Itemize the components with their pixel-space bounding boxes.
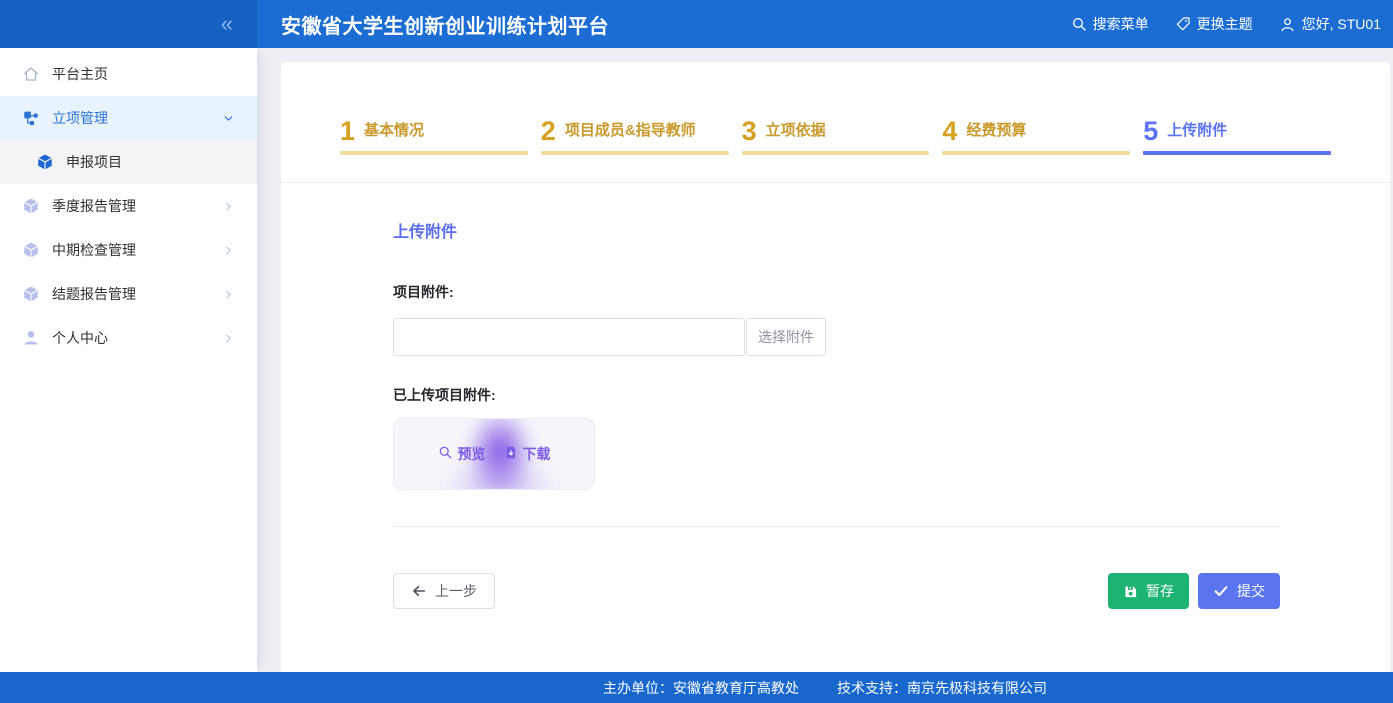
- sidebar-item-2[interactable]: 立项管理: [0, 96, 257, 140]
- chevron-right-icon: [222, 288, 235, 301]
- uploaded-attachment-label: 已上传项目附件:: [393, 385, 1280, 405]
- search-menu-button[interactable]: 搜索菜单: [1071, 14, 1149, 34]
- home-icon: [22, 65, 40, 83]
- sidebar-item-label: 申报项目: [66, 152, 235, 172]
- user-menu[interactable]: 您好, STU01: [1279, 14, 1381, 34]
- sidebar-item-label: 平台主页: [52, 64, 235, 84]
- previous-step-label: 上一步: [435, 581, 477, 601]
- step-label: 经费预算: [966, 119, 1026, 144]
- sidebar: 平台主页 立项管理 申报项目 季度报告管理 中期检查管理 结题报告管理 个人中心: [0, 48, 257, 672]
- chevron-right-icon: [222, 332, 235, 345]
- step-5[interactable]: 5 上传附件: [1143, 118, 1331, 182]
- sidebar-item-5[interactable]: 中期检查管理: [0, 228, 257, 272]
- footer-organizer: 主办单位：安徽省教育厅高教处: [603, 678, 799, 698]
- sidebar-item-1[interactable]: 平台主页: [0, 52, 257, 96]
- change-theme-button[interactable]: 更换主题: [1175, 14, 1253, 34]
- search-icon: [1071, 16, 1087, 32]
- chevron-down-icon: [222, 112, 235, 125]
- preview-link[interactable]: 预览: [438, 444, 486, 464]
- attachment-field-label: 项目附件:: [393, 282, 1280, 302]
- sidebar-item-6[interactable]: 结题报告管理: [0, 272, 257, 316]
- step-label: 基本情况: [364, 119, 424, 144]
- cube-icon: [22, 285, 40, 303]
- choose-attachment-button[interactable]: 选择附件: [746, 318, 826, 356]
- magnifier-icon: [438, 445, 453, 463]
- change-theme-label: 更换主题: [1197, 14, 1253, 34]
- sitemap-icon: [22, 109, 40, 127]
- footer: 主办单位：安徽省教育厅高教处 技术支持：南京先极科技有限公司: [0, 672, 1393, 703]
- submit-group: 暂存 提交: [1108, 573, 1280, 609]
- attachment-upload-row: 选择附件: [393, 318, 1280, 356]
- sidebar-item-label: 季度报告管理: [52, 196, 222, 216]
- sidebar-item-4[interactable]: 季度报告管理: [0, 184, 257, 228]
- sidebar-header: «: [0, 0, 257, 48]
- download-file-icon: [504, 445, 518, 463]
- sidebar-item-label: 个人中心: [52, 328, 222, 348]
- header-actions: 搜索菜单 更换主题 您好, STU01: [1071, 14, 1381, 34]
- top-header: « 安徽省大学生创新创业训练计划平台 搜索菜单 更换主题: [0, 0, 1393, 48]
- user-greeting: 您好, STU01: [1302, 14, 1381, 34]
- step-nav: 1 基本情况 2 项目成员&指导教师 3 立项依据 4 经费预算 5 上传附件: [281, 62, 1390, 183]
- submit-button[interactable]: 提交: [1198, 573, 1280, 609]
- chevron-right-icon: [222, 200, 235, 213]
- user-icon: [1279, 16, 1296, 33]
- download-label: 下载: [523, 444, 551, 464]
- action-button-row: 上一步 暂存 提交: [393, 573, 1280, 609]
- arrow-left-icon: [411, 583, 427, 599]
- sidebar-item-label: 结题报告管理: [52, 284, 222, 304]
- step-1[interactable]: 1 基本情况: [340, 118, 528, 182]
- step-number: 2: [541, 118, 556, 144]
- cube-blue-icon: [36, 153, 54, 171]
- step-number: 4: [942, 118, 957, 144]
- submit-label: 提交: [1237, 581, 1265, 601]
- cube-icon: [22, 197, 40, 215]
- step-underline: [1143, 151, 1331, 155]
- download-link[interactable]: 下载: [504, 444, 551, 464]
- sidebar-item-label: 立项管理: [52, 108, 222, 128]
- step-label: 上传附件: [1167, 119, 1227, 144]
- step-3[interactable]: 3 立项依据: [742, 118, 930, 182]
- previous-step-button[interactable]: 上一步: [393, 573, 495, 609]
- step-label: 项目成员&指导教师: [565, 119, 696, 144]
- cube-icon: [22, 241, 40, 259]
- footer-support: 技术支持：南京先极科技有限公司: [837, 678, 1047, 698]
- theme-icon: [1175, 16, 1191, 32]
- sidebar-item-7[interactable]: 个人中心: [0, 316, 257, 360]
- save-draft-label: 暂存: [1146, 581, 1174, 601]
- step-label: 立项依据: [766, 119, 826, 144]
- step-4[interactable]: 4 经费预算: [942, 118, 1130, 182]
- search-menu-label: 搜索菜单: [1093, 14, 1149, 34]
- step-underline: [942, 151, 1130, 155]
- app-title: 安徽省大学生创新创业训练计划平台: [281, 10, 609, 39]
- step-number: 1: [340, 118, 355, 144]
- sidebar-item-3[interactable]: 申报项目: [0, 140, 257, 184]
- uploaded-file-card: 预览 下载: [393, 418, 595, 490]
- header-bar: 安徽省大学生创新创业训练计划平台 搜索菜单 更换主题: [257, 0, 1393, 48]
- step-number: 3: [742, 118, 757, 144]
- attachment-input[interactable]: [393, 318, 745, 356]
- main-content: 1 基本情况 2 项目成员&指导教师 3 立项依据 4 经费预算 5 上传附件 …: [257, 48, 1393, 672]
- save-draft-button[interactable]: 暂存: [1108, 573, 1189, 609]
- step-underline: [541, 151, 729, 155]
- step-2[interactable]: 2 项目成员&指导教师: [541, 118, 729, 182]
- user-icon: [22, 329, 40, 347]
- divider: [393, 526, 1280, 527]
- app-window: « 安徽省大学生创新创业训练计划平台 搜索菜单 更换主题: [0, 0, 1393, 703]
- section-title: 上传附件: [393, 218, 1280, 242]
- preview-label: 预览: [458, 444, 486, 464]
- collapse-sidebar-icon[interactable]: «: [221, 13, 231, 35]
- step-underline: [742, 151, 930, 155]
- step-underline: [340, 151, 528, 155]
- check-icon: [1213, 583, 1229, 599]
- chevron-right-icon: [222, 244, 235, 257]
- sidebar-item-label: 中期检查管理: [52, 240, 222, 260]
- save-icon: [1123, 584, 1138, 599]
- step-number: 5: [1143, 118, 1158, 144]
- upload-form: 上传附件 项目附件: 选择附件 已上传项目附件: 预览: [281, 183, 1390, 609]
- content-card: 1 基本情况 2 项目成员&指导教师 3 立项依据 4 经费预算 5 上传附件 …: [281, 62, 1390, 672]
